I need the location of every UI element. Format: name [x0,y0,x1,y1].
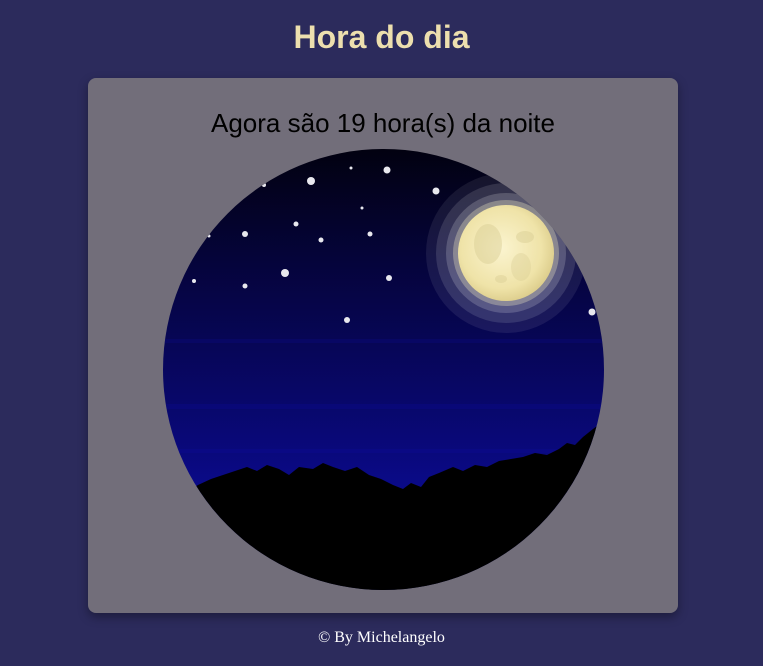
time-message: Agora são 19 hora(s) da noite [211,108,555,138]
moon-icon [426,173,586,333]
page-title: Hora do dia [293,19,470,55]
night-scene-image [163,149,604,590]
footer-credit: © By Michelangelo [318,629,445,646]
